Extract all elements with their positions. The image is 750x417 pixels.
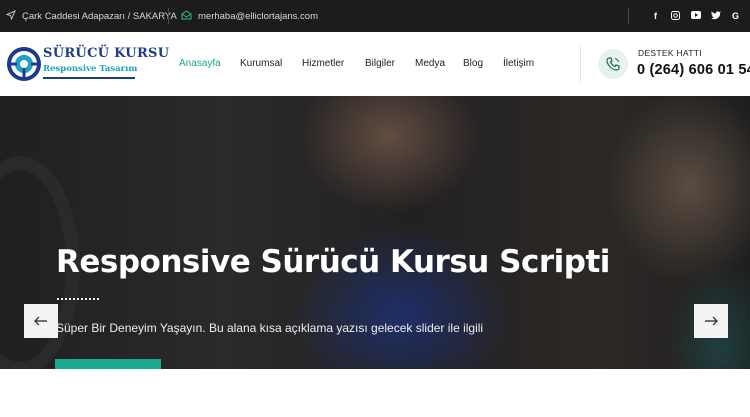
slide-title: Responsive Sürücü Kursu Scripti — [56, 244, 610, 280]
location-arrow-icon — [5, 9, 16, 23]
email-info[interactable]: merhaba@elliclortajans.com — [181, 0, 318, 32]
topbar-divider — [628, 8, 629, 24]
email-link[interactable]: merhaba@elliclortajans.com — [198, 11, 318, 22]
google-icon[interactable]: G — [731, 11, 740, 21]
support-label: DESTEK HATTI — [638, 48, 702, 58]
nav-item-iletisim[interactable]: İletişim — [503, 58, 534, 69]
slide-cta-button[interactable] — [55, 359, 161, 369]
slider-next-button[interactable] — [694, 304, 728, 338]
address-text: Çark Caddesi Adapazarı / SAKARYA — [22, 10, 177, 22]
title-decoration — [56, 298, 100, 300]
envelope-icon — [181, 9, 192, 23]
slide-subtitle: Süper Bir Deneyim Yaşayın. Bu alana kısa… — [56, 321, 484, 335]
nav-item-medya[interactable]: Medya — [415, 58, 445, 69]
instagram-icon[interactable] — [671, 10, 680, 22]
youtube-icon[interactable] — [691, 11, 701, 21]
arrow-left-icon — [34, 316, 47, 326]
logo-subtitle: Responsive Tasarım — [43, 64, 138, 74]
support-phone[interactable]: 0 (264) 606 01 54 — [637, 62, 750, 78]
page-content-area — [0, 369, 750, 417]
arrow-right-icon — [705, 316, 718, 326]
logo-title: SÜRÜCÜ KURSU — [43, 46, 170, 61]
twitter-icon[interactable] — [711, 10, 721, 22]
nav-item-kurumsal[interactable]: Kurumsal — [240, 58, 282, 69]
address-info: Çark Caddesi Adapazarı / SAKARYA — [5, 0, 177, 32]
nav-item-anasayfa[interactable]: Anasayfa — [179, 58, 221, 69]
nav-item-blog[interactable]: Blog — [463, 58, 483, 69]
logo-underline — [43, 77, 135, 79]
top-bar: Çark Caddesi Adapazarı / SAKARYA merhaba… — [0, 0, 750, 32]
phone-icon — [598, 49, 628, 79]
social-links: f G — [651, 0, 740, 32]
facebook-icon[interactable]: f — [651, 11, 660, 21]
hero-slider: Responsive Sürücü Kursu Scripti Süper Bi… — [0, 96, 750, 369]
nav-item-bilgiler[interactable]: Bilgiler — [365, 58, 395, 69]
nav-item-hizmetler[interactable]: Hizmetler — [302, 58, 344, 69]
site-logo[interactable]: SÜRÜCÜ KURSU Responsive Tasarım — [7, 44, 169, 84]
site-header: SÜRÜCÜ KURSU Responsive Tasarım Anasayfa… — [0, 32, 750, 96]
topbar-divider — [168, 8, 169, 24]
header-divider — [580, 46, 581, 82]
slider-prev-button[interactable] — [24, 304, 58, 338]
steering-wheel-icon — [7, 47, 41, 81]
